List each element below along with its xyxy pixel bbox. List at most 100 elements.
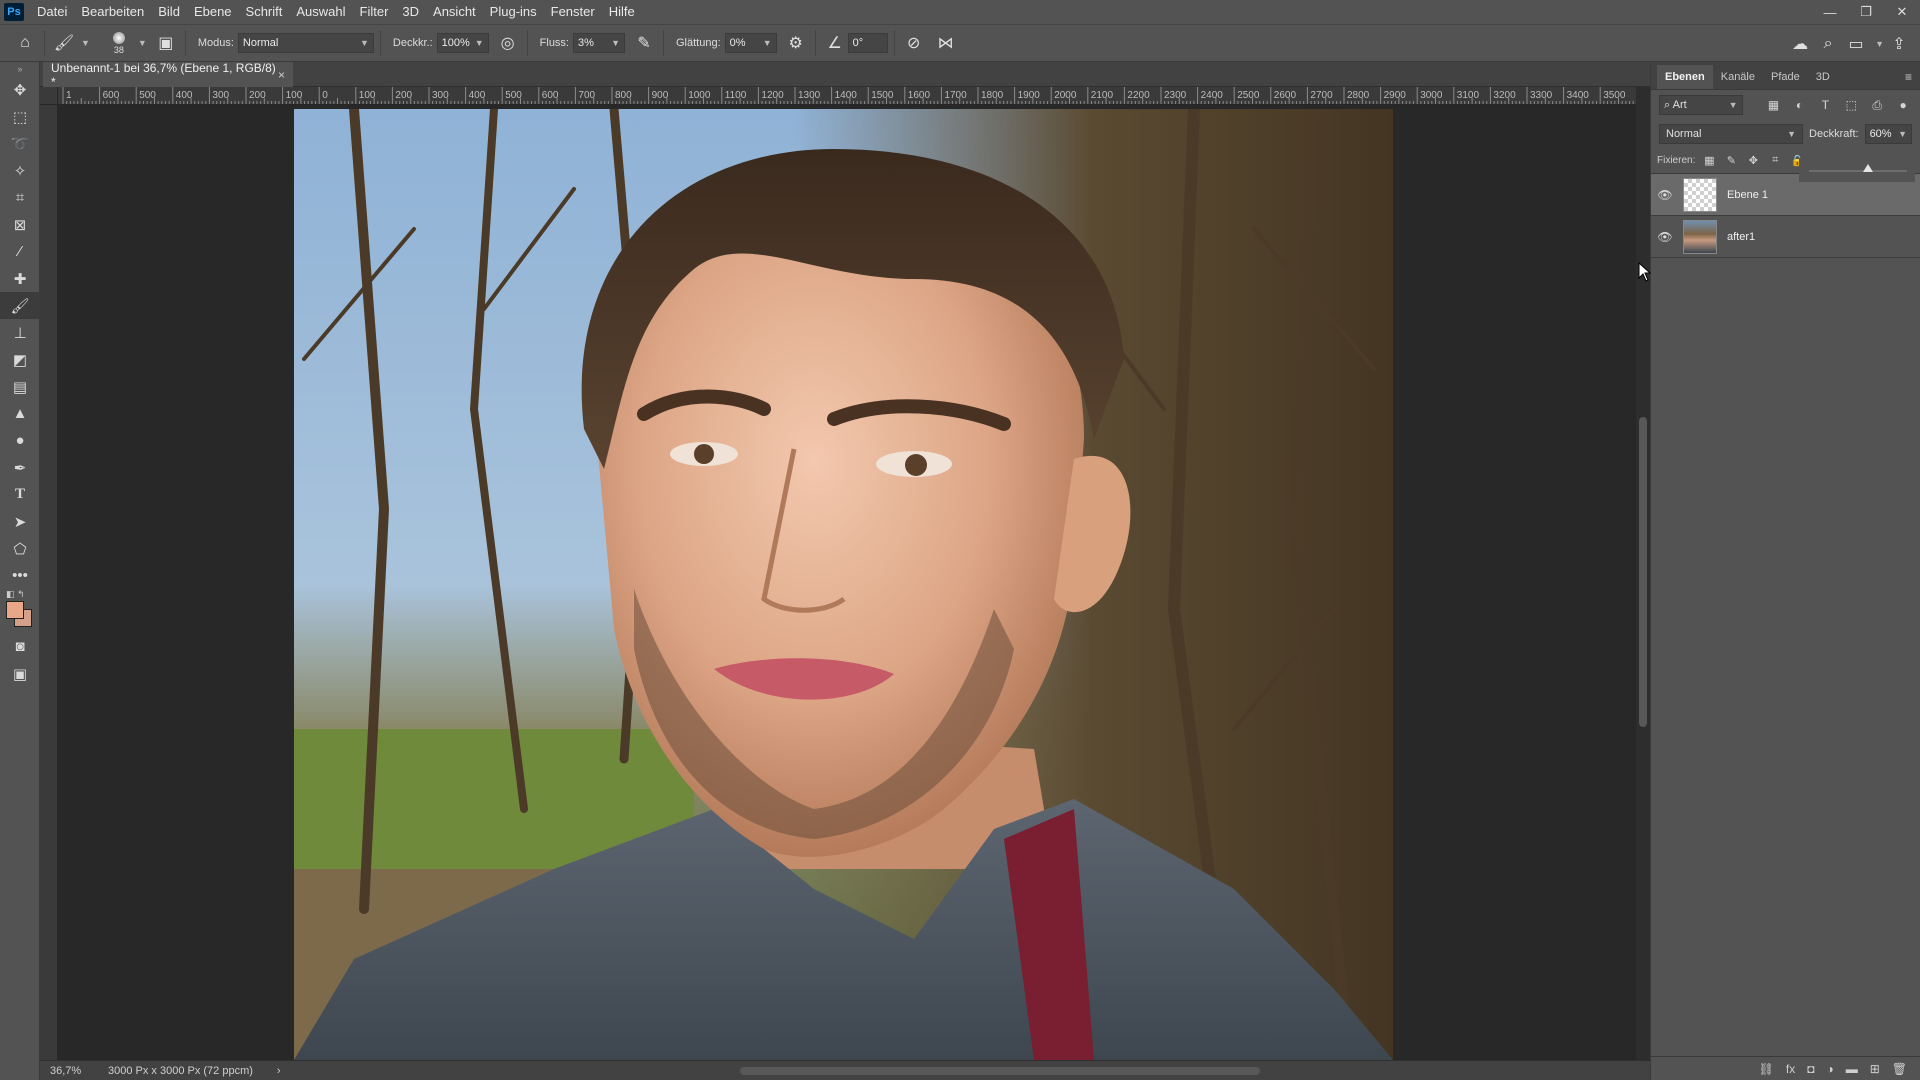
new-layer-icon[interactable]: ⊞ xyxy=(1870,1062,1880,1076)
restore-button[interactable]: ❐ xyxy=(1848,0,1884,24)
lasso-tool-icon[interactable]: ➰ xyxy=(0,130,40,157)
portrait-photo[interactable] xyxy=(294,109,1393,1060)
tab-kanaele[interactable]: Kanäle xyxy=(1713,65,1763,89)
chevron-down-icon[interactable]: ▼ xyxy=(138,38,147,48)
blend-mode-select[interactable]: Normal ▼ xyxy=(1659,124,1804,144)
quick-select-tool-icon[interactable]: ✧ xyxy=(0,157,40,184)
lock-position-icon[interactable]: ✥ xyxy=(1745,154,1761,167)
foreground-color-swatch[interactable] xyxy=(6,601,24,619)
path-select-tool-icon[interactable]: ➤ xyxy=(0,508,40,535)
shape-tool-icon[interactable]: ⬠ xyxy=(0,535,40,562)
horizontal-scrollbar-thumb[interactable] xyxy=(740,1067,1260,1075)
screen-mode-icon[interactable]: ▣ xyxy=(0,660,40,687)
opacity-input[interactable]: 100% ▼ xyxy=(436,33,489,53)
swap-colors-icon[interactable]: ◧ ↰ xyxy=(6,589,25,600)
quick-mask-icon[interactable]: ◙ xyxy=(0,633,40,660)
search-icon[interactable]: ⌕ xyxy=(1815,31,1841,57)
brush-size-picker[interactable]: 38 xyxy=(104,28,134,58)
adjustment-filter-icon[interactable]: ◐ xyxy=(1791,98,1809,112)
document-tab[interactable]: Unbenannt-1 bei 36,7% (Ebene 1, RGB/8) *… xyxy=(43,61,293,89)
layer-name[interactable]: Ebene 1 xyxy=(1727,189,1768,201)
menu-fenster[interactable]: Fenster xyxy=(544,0,602,24)
pixel-filter-icon[interactable]: ▦ xyxy=(1765,98,1783,112)
link-layers-icon[interactable]: ⛓ xyxy=(1759,1062,1774,1076)
pen-tool-icon[interactable]: ✒ xyxy=(0,454,40,481)
fx-icon[interactable]: fx xyxy=(1786,1062,1795,1076)
menu-auswahl[interactable]: Auswahl xyxy=(289,0,352,24)
chevron-down-icon[interactable]: ▼ xyxy=(81,38,90,48)
scrollbar-thumb[interactable] xyxy=(1639,417,1647,727)
lock-pixels-icon[interactable]: ✎ xyxy=(1723,154,1739,167)
close-icon[interactable]: × xyxy=(278,68,285,82)
home-icon[interactable]: ⌂ xyxy=(12,30,38,56)
flow-input[interactable]: 3% ▼ xyxy=(573,33,625,53)
angle-input[interactable]: 0° xyxy=(847,33,888,53)
gear-icon[interactable]: ⚙ xyxy=(783,30,809,56)
pressure-size-icon[interactable]: ⊘ xyxy=(901,30,927,56)
mode-select[interactable]: Normal ▼ xyxy=(237,33,374,53)
frame-tool-icon[interactable]: ⊠ xyxy=(0,211,40,238)
layer-name[interactable]: after1 xyxy=(1727,231,1755,243)
eraser-tool-icon[interactable]: ◩ xyxy=(0,346,40,373)
canvas-area[interactable] xyxy=(58,105,1638,1060)
add-mask-icon[interactable]: ◘ xyxy=(1807,1062,1814,1076)
lock-transparency-icon[interactable]: ▦ xyxy=(1701,154,1717,167)
marquee-tool-icon[interactable]: ⬚ xyxy=(0,103,40,130)
layer-row-after1[interactable]: 👁 after1 xyxy=(1651,216,1920,258)
share-icon[interactable]: ⇪ xyxy=(1886,31,1912,57)
pressure-opacity-icon[interactable]: ◎ xyxy=(495,30,521,56)
brush-settings-icon[interactable]: ▣ xyxy=(153,30,179,56)
cloud-icon[interactable]: ☁ xyxy=(1787,31,1813,57)
menu-plugins[interactable]: Plug-ins xyxy=(483,0,544,24)
crop-tool-icon[interactable]: ⌗ xyxy=(0,184,40,211)
opacity-slider-thumb[interactable] xyxy=(1862,164,1873,172)
zoom-level[interactable]: 36,7% xyxy=(40,1065,90,1077)
gradient-tool-icon[interactable]: ▤ xyxy=(0,373,40,400)
blur-tool-icon[interactable]: ▲ xyxy=(0,400,40,427)
smoothing-input[interactable]: 0% ▼ xyxy=(724,33,777,53)
smart-object-filter-icon[interactable]: ⎙ xyxy=(1868,98,1886,113)
stamp-tool-icon[interactable]: ⊥ xyxy=(0,319,40,346)
menu-ebene[interactable]: Ebene xyxy=(187,0,239,24)
type-filter-icon[interactable]: T xyxy=(1816,98,1834,112)
new-group-icon[interactable]: ▬ xyxy=(1846,1062,1858,1076)
layer-opacity-input[interactable]: 60% ▼ xyxy=(1864,124,1912,144)
tab-3d[interactable]: 3D xyxy=(1808,65,1838,89)
menu-filter[interactable]: Filter xyxy=(353,0,396,24)
status-menu-arrow-icon[interactable]: › xyxy=(277,1065,281,1077)
collapse-icon[interactable]: » xyxy=(0,62,40,76)
menu-bearbeiten[interactable]: Bearbeiten xyxy=(74,0,151,24)
type-tool-icon[interactable]: T xyxy=(0,481,40,508)
filter-toggle-icon[interactable]: ● xyxy=(1894,98,1912,112)
delete-layer-icon[interactable]: 🗑 xyxy=(1892,1062,1907,1076)
brush-tool-preset-icon[interactable]: 🖌 xyxy=(51,30,77,56)
opacity-slider-track[interactable] xyxy=(1809,170,1907,172)
adjustment-layer-icon[interactable]: ◑ xyxy=(1826,1062,1833,1076)
menu-bild[interactable]: Bild xyxy=(151,0,187,24)
move-tool-icon[interactable]: ✥ xyxy=(0,76,40,103)
chevron-down-icon[interactable]: ▼ xyxy=(1875,39,1884,49)
symmetry-icon[interactable]: ⋈ xyxy=(933,30,959,56)
menu-hilfe[interactable]: Hilfe xyxy=(602,0,642,24)
kind-filter-select[interactable]: ⌕ Art ▼ xyxy=(1659,95,1743,115)
healing-tool-icon[interactable]: ✚ xyxy=(0,265,40,292)
minimize-button[interactable]: — xyxy=(1812,0,1848,24)
visibility-eye-icon[interactable]: 👁 xyxy=(1651,230,1679,244)
shape-filter-icon[interactable]: ⬚ xyxy=(1842,98,1860,112)
ruler-origin[interactable] xyxy=(40,87,58,105)
close-window-button[interactable]: ✕ xyxy=(1884,0,1920,24)
panel-menu-icon[interactable]: ≡ xyxy=(1905,65,1912,89)
more-tools-icon[interactable]: ••• xyxy=(0,562,40,589)
vertical-scrollbar[interactable] xyxy=(1636,87,1650,1060)
menu-ansicht[interactable]: Ansicht xyxy=(426,0,483,24)
menu-schrift[interactable]: Schrift xyxy=(239,0,290,24)
tab-pfade[interactable]: Pfade xyxy=(1763,65,1808,89)
lock-artboard-icon[interactable]: ⌗ xyxy=(1767,154,1783,167)
dodge-tool-icon[interactable]: ● xyxy=(0,427,40,454)
eyedropper-tool-icon[interactable]: ⁄ xyxy=(0,238,40,265)
menu-3d[interactable]: 3D xyxy=(395,0,426,24)
menu-datei[interactable]: Datei xyxy=(30,0,74,24)
airbrush-icon[interactable]: ✎ xyxy=(631,30,657,56)
visibility-eye-icon[interactable]: 👁 xyxy=(1651,188,1679,202)
brush-tool-icon[interactable]: 🖌 xyxy=(0,292,40,319)
